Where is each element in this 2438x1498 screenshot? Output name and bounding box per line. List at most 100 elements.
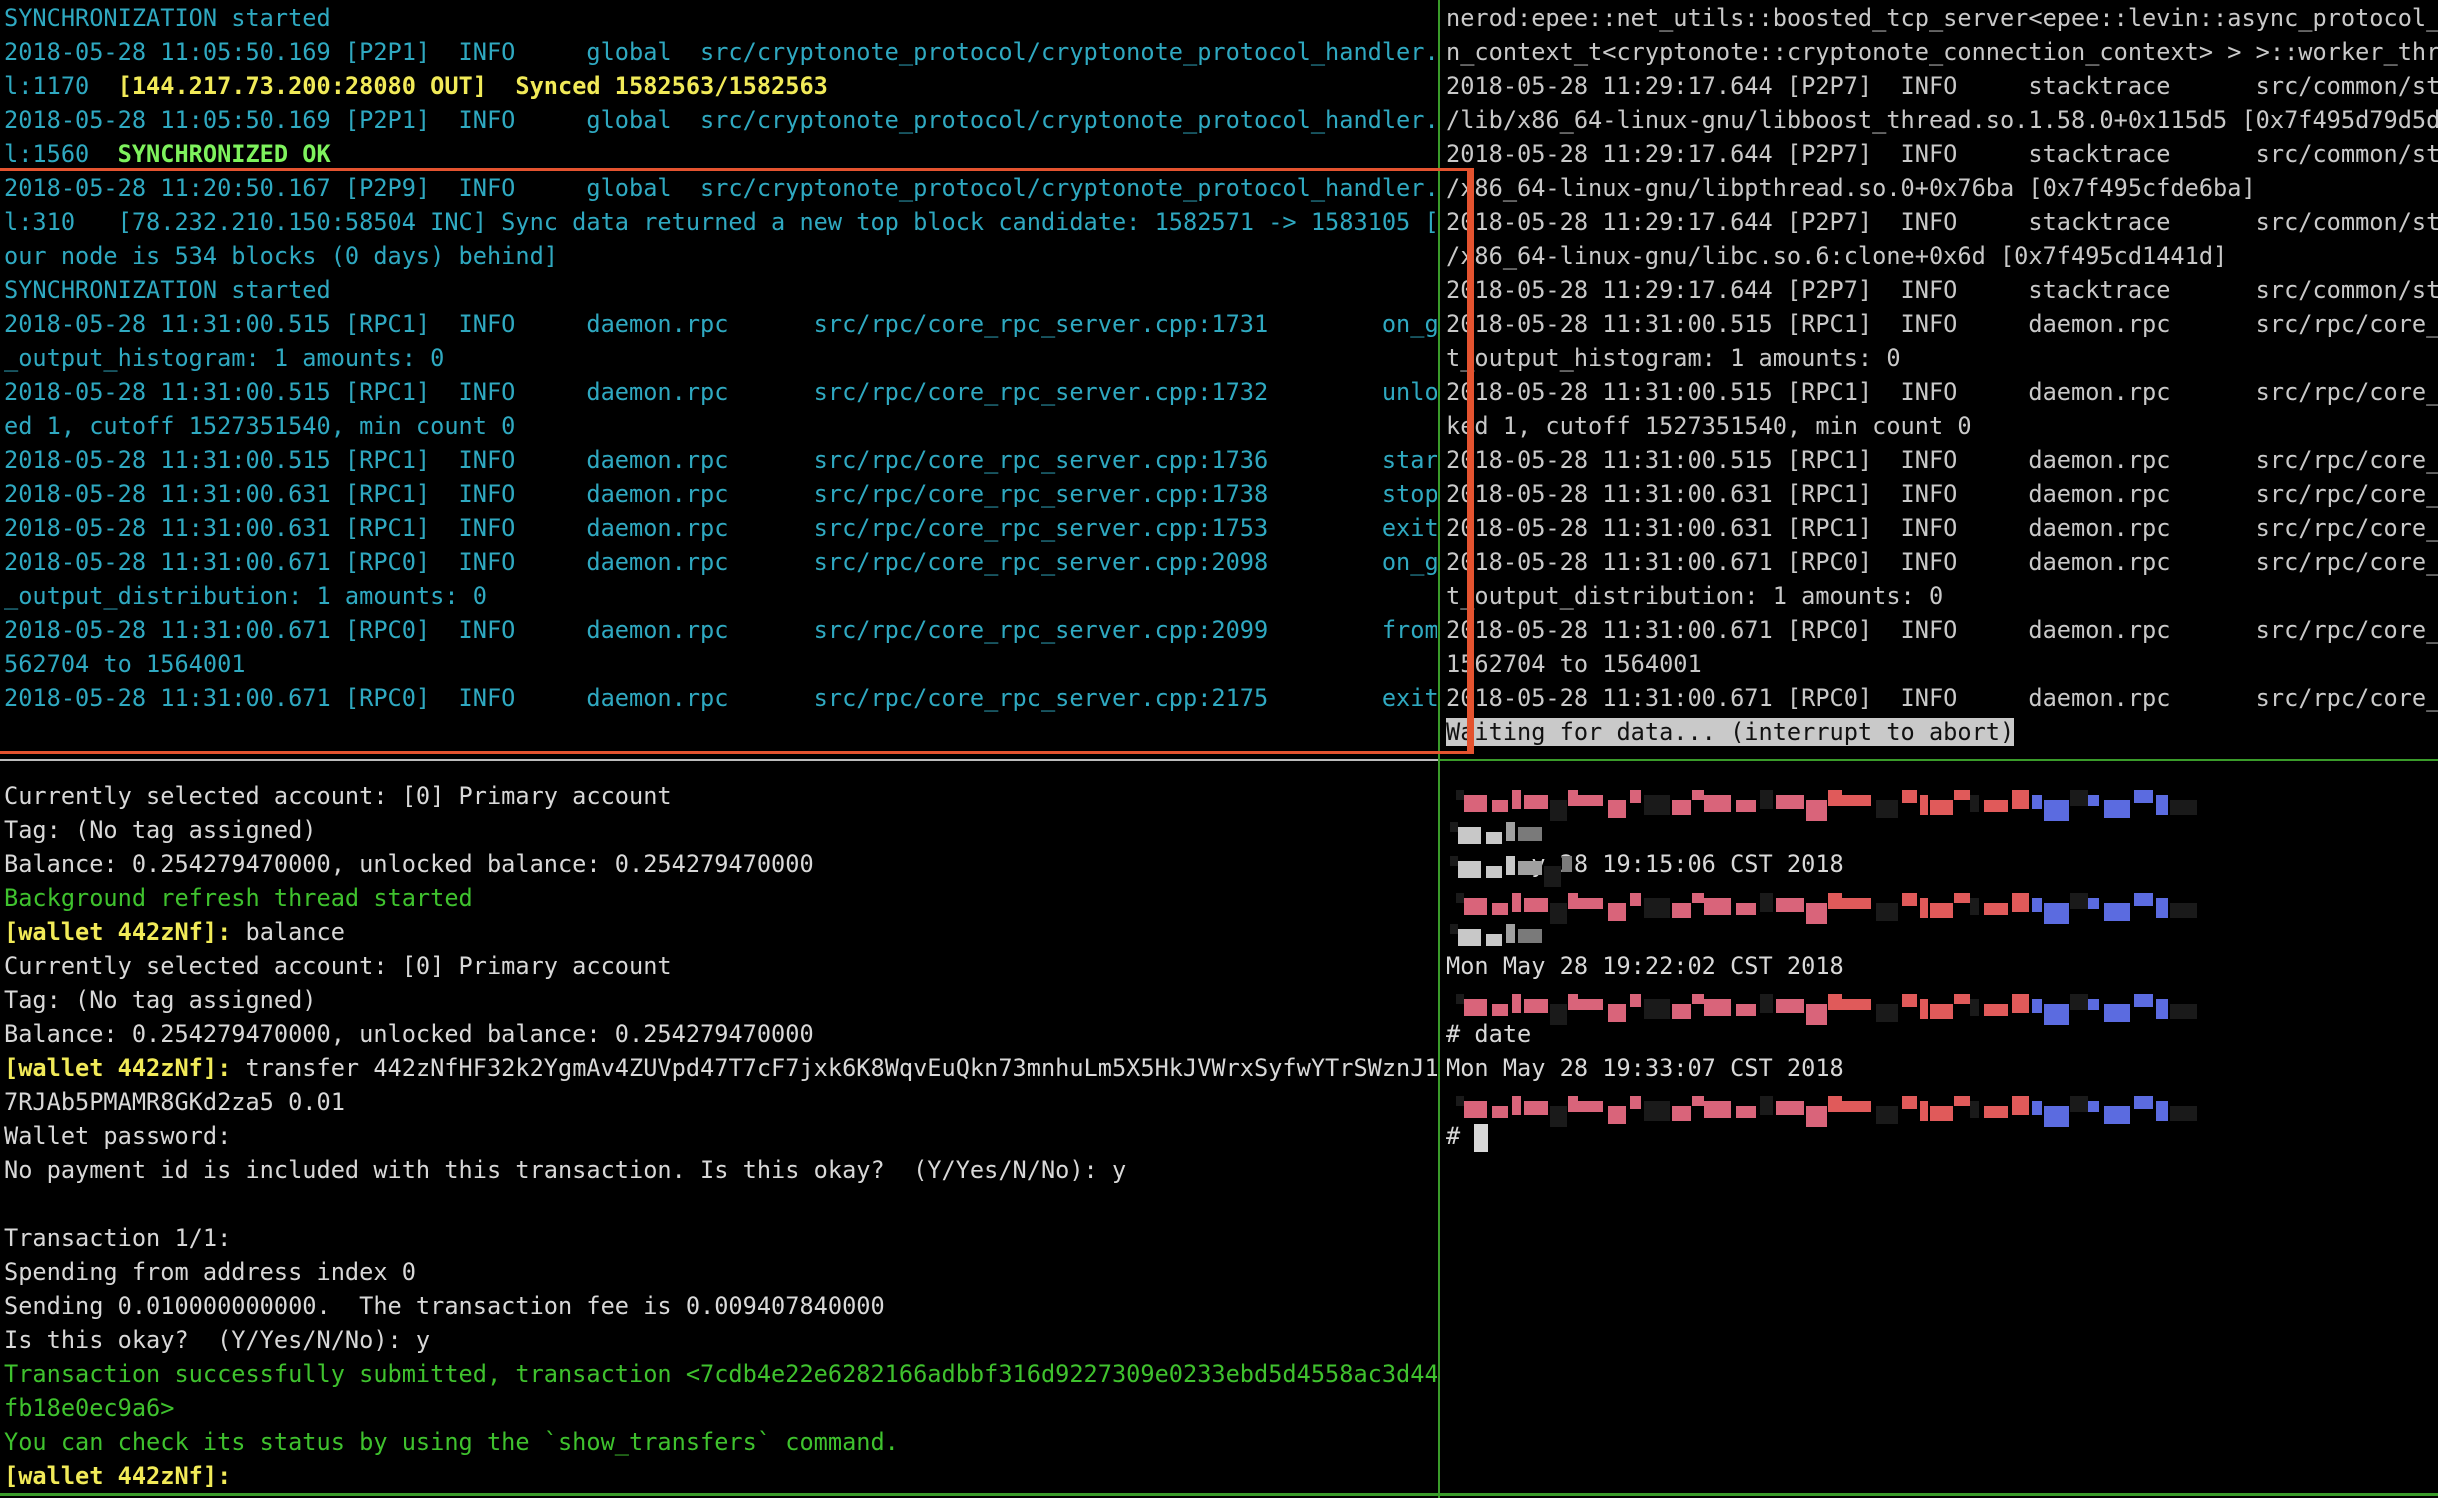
wallet-line: Background refresh thread started (0, 881, 1437, 915)
redacted-pixel (1704, 795, 1731, 812)
wallet-line: Currently selected account: [0] Primary … (0, 779, 1437, 813)
redacted-pixel (1984, 1106, 2008, 1118)
redacted-pixel (1954, 994, 1970, 1004)
wallet-line: [wallet 442zNf]: balance (0, 915, 1437, 949)
wallet-output: Tag: (No tag assigned) (4, 816, 317, 844)
log-line: 2018-05-28 11:31:00.515 [RPC1] INFO daem… (1446, 307, 2438, 341)
wallet-prompt: [wallet 442zNf]: (4, 1054, 232, 1082)
redacted-pixel (1630, 994, 1641, 1007)
horizontal-pane-divider-right[interactable] (1440, 759, 2438, 761)
redacted-pixel (1492, 903, 1508, 915)
shell-line: Mon May 28 19:22:02 CST 2018 (1446, 949, 2438, 983)
redacted-pixel (2156, 795, 2168, 815)
redacted-pixel (1876, 800, 1898, 818)
wallet-line: 7RJAb5PMAMR8GKd2za5 0.01 (0, 1085, 1437, 1119)
shell-output: # (1446, 1122, 1475, 1150)
log-line-text: 2018-05-28 11:05:50.169 [P2P1] INFO glob… (4, 106, 1437, 134)
wallet-line: Is this okay? (Y/Yes/N/No): y (0, 1323, 1437, 1357)
redacted-pixel (1954, 790, 1970, 800)
redacted-pixel (1736, 1004, 1756, 1016)
redacted-pixel (1512, 893, 1521, 912)
redacted-pixel (1828, 994, 1842, 1010)
redacted-pixel (1736, 1106, 1756, 1118)
redacted-pixel (1920, 1101, 1928, 1121)
redacted-pixel (1578, 999, 1603, 1010)
redacted-pixel (2070, 1096, 2088, 1112)
redacted-pixel (1524, 795, 1548, 809)
redacted-blob (1450, 822, 1542, 844)
log-line: /lib/x86_64-linux-gnu/libboost_thread.so… (1446, 103, 2438, 137)
redacted-pixel (1630, 790, 1641, 803)
redacted-pixel (1562, 856, 1572, 872)
redacted-pixel (1970, 1101, 1979, 1118)
log-line: 2018-05-28 11:31:00.671 [RPC0] INFO daem… (1446, 613, 2438, 647)
log-line-text: 2018-05-28 11:31:00.671 [RPC0] INFO daem… (1446, 684, 2438, 712)
redacted-pixel (1524, 1101, 1548, 1115)
log-line: 2018-05-28 11:29:17.644 [P2P7] INFO stac… (1446, 137, 2438, 171)
stacktrace-log-pane[interactable]: nerod:epee::net_utils::boosted_tcp_serve… (1446, 0, 2438, 758)
redacted-pixel (1930, 903, 1953, 918)
redacted-pixel (2104, 1004, 2130, 1022)
log-line-prefix: l:1170 (4, 72, 118, 100)
redacted-pixel (2070, 994, 2088, 1010)
redacted-pixel (1464, 999, 1487, 1016)
redacted-pixel (2134, 893, 2153, 906)
log-line: t_output_distribution: 1 amounts: 0 (1446, 579, 2438, 613)
log-line-text: 2018-05-28 11:31:00.631 [RPC1] INFO daem… (1446, 514, 2438, 542)
wallet-output: Is this okay? (Y/Yes/N/No): y (4, 1326, 431, 1354)
log-line-text: 1562704 to 1564001 (1446, 650, 1702, 678)
log-line: /x86_64-linux-gnu/libc.so.6:clone+0x6d [… (1446, 239, 2438, 273)
redacted-pixel (1456, 994, 1464, 1004)
shell-output: # date (1446, 1020, 1532, 1048)
wallet-output: Balance: 0.254279470000, unlocked balanc… (4, 1020, 814, 1048)
wallet-output: Balance: 0.254279470000, unlocked balanc… (4, 850, 814, 878)
redacted-pixel (1456, 790, 1464, 800)
redacted-pixel (1672, 800, 1691, 815)
wallet-line: Spending from address index 0 (0, 1255, 1437, 1289)
log-line: l:1560 SYNCHRONIZED OK (0, 137, 1437, 171)
wallet-output: 7RJAb5PMAMR8GKd2za5 0.01 (4, 1088, 345, 1116)
shell-pane[interactable]: y 28 19:15:06 CST 2018 Mon May 28 19:22:0… (1446, 766, 2438, 1498)
log-line-highlight: SYNCHRONIZED OK (117, 140, 331, 168)
wallet-cli-pane[interactable]: Currently selected account: [0] Primary … (0, 766, 1437, 1498)
redacted-pixel (1902, 1096, 1917, 1109)
redacted-pixel (1608, 903, 1626, 921)
wallet-line: Wallet password: (0, 1119, 1437, 1153)
redacted-pixel (1568, 994, 1578, 1010)
redacted-pixel (1806, 1106, 1827, 1127)
log-line-text: /x86_64-linux-gnu/libpthread.so.0+0x76ba… (1446, 174, 2256, 202)
redacted-pixel (1518, 827, 1542, 841)
redacted-pixel (1672, 1106, 1691, 1121)
redacted-pixel (1464, 795, 1487, 812)
redacted-pixel (1692, 994, 1704, 1004)
redacted-pixel (2012, 994, 2029, 1013)
horizontal-pane-divider-left[interactable] (0, 759, 1438, 761)
log-line: 2018-05-28 11:31:00.671 [RPC0] INFO daem… (1446, 681, 2438, 715)
redacted-pixel (1970, 898, 1979, 915)
redacted-pixel (1760, 790, 1773, 809)
wallet-line: Balance: 0.254279470000, unlocked balanc… (0, 1017, 1437, 1051)
shell-output: Mon May 28 19:33:07 CST 2018 (1446, 1054, 1844, 1082)
log-line: 2018-05-28 11:31:00.631 [RPC1] INFO daem… (1446, 511, 2438, 545)
redacted-pixel (2170, 800, 2197, 815)
redacted-pixel (1486, 832, 1502, 844)
wallet-command: balance (231, 918, 345, 946)
wallet-line: Tag: (No tag assigned) (0, 983, 1437, 1017)
redacted-pixel (1568, 893, 1578, 909)
shell-line: Mon May 28 19:33:07 CST 2018 (1446, 1051, 2438, 1085)
redacted-blob (1450, 924, 1542, 946)
redacted-pixel (1608, 1106, 1626, 1124)
redacted-pixel (1776, 795, 1804, 809)
redacted-pixel (1902, 790, 1917, 803)
redacted-pixel (1842, 999, 1871, 1010)
redacted-pixel (1876, 1106, 1898, 1124)
wallet-prompt: [wallet 442zNf]: (4, 1462, 232, 1490)
wallet-output: fb18e0ec9a6> (4, 1394, 175, 1422)
log-line: ked 1, cutoff 1527351540, min count 0 (1446, 409, 2438, 443)
redacted-pixel (1450, 856, 1458, 866)
redacted-pixel (1512, 1096, 1521, 1115)
redacted-pixel (1464, 898, 1487, 915)
log-line-text: 2018-05-28 11:29:17.644 [P2P7] INFO stac… (1446, 72, 2438, 100)
log-line-text: t_output_histogram: 1 amounts: 0 (1446, 344, 1901, 372)
log-line-text: 2018-05-28 11:31:00.515 [RPC1] INFO daem… (1446, 378, 2438, 406)
